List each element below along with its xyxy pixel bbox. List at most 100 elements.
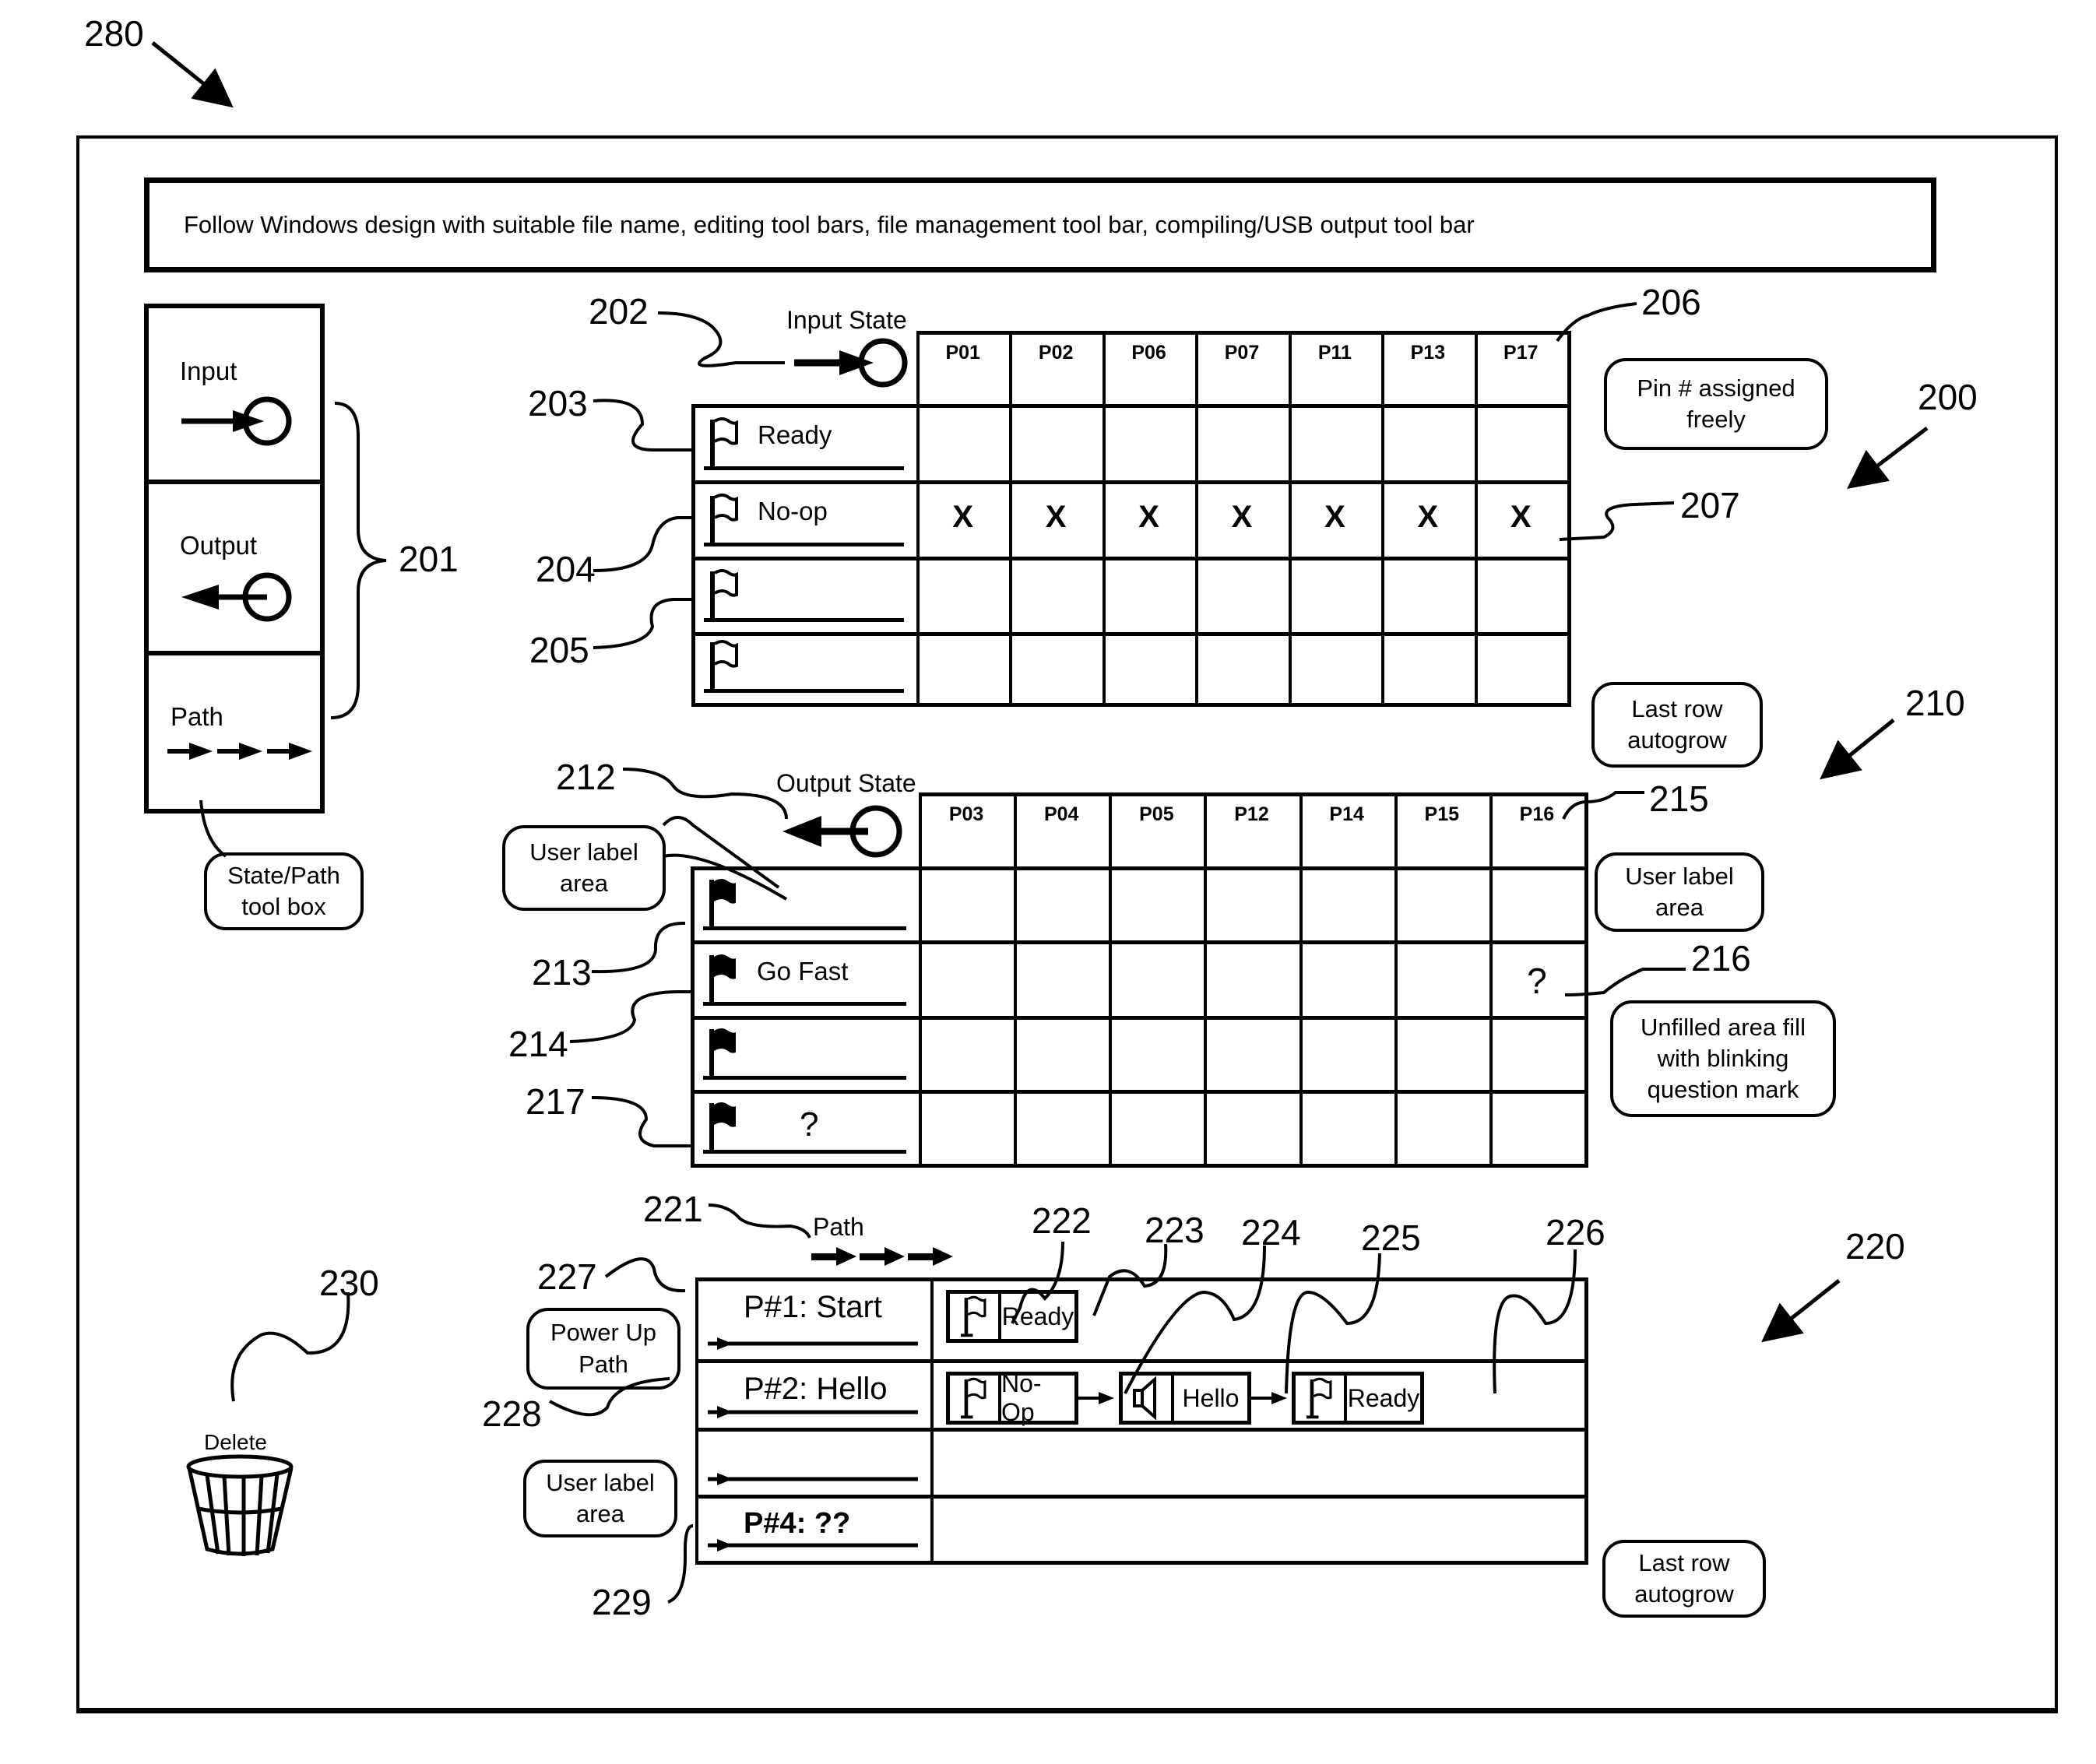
ref-230: 230 bbox=[319, 1263, 379, 1303]
state-row-label-cell[interactable]: Go Fast bbox=[691, 940, 919, 1016]
column-divider bbox=[1014, 792, 1018, 1164]
ref-229: 229 bbox=[592, 1582, 652, 1622]
path-table-left-border bbox=[695, 1277, 698, 1561]
ref-223: 223 bbox=[1145, 1210, 1204, 1250]
callout-power-up-path: Power Up Path bbox=[526, 1308, 680, 1390]
pin-header-p15[interactable]: P15 bbox=[1394, 803, 1489, 826]
label-underline bbox=[704, 466, 904, 470]
state-row-label-cell[interactable] bbox=[691, 632, 916, 703]
path-title: Path bbox=[813, 1213, 864, 1241]
state-row-label[interactable]: Ready bbox=[758, 420, 832, 450]
path-step[interactable]: Hello bbox=[1119, 1372, 1251, 1425]
path-row-divider bbox=[695, 1359, 1584, 1363]
path-step[interactable]: Ready bbox=[1292, 1372, 1424, 1425]
ref-205: 205 bbox=[529, 630, 589, 670]
path-table-right-border bbox=[1584, 1277, 1588, 1565]
flag-icon bbox=[705, 494, 738, 546]
callout-toolbox: State/Path tool box bbox=[204, 852, 364, 930]
callout-path-user-label: User label area bbox=[523, 1460, 677, 1537]
table-top-border bbox=[916, 331, 1567, 335]
path-step-label: Hello bbox=[1182, 1383, 1240, 1412]
path-row-arrow-icon bbox=[708, 1539, 918, 1551]
callout-path-user-label-text: User label area bbox=[546, 1468, 655, 1527]
ref-227: 227 bbox=[537, 1256, 597, 1297]
state-row-label-cell[interactable] bbox=[691, 1016, 919, 1090]
pin-header-p03[interactable]: P03 bbox=[919, 803, 1014, 826]
pin-cell[interactable]: X bbox=[1475, 500, 1567, 535]
table-top-border bbox=[919, 792, 1584, 796]
ref-220: 220 bbox=[1845, 1226, 1905, 1267]
ref-225: 225 bbox=[1361, 1218, 1421, 1258]
state-row-label[interactable]: No-op bbox=[758, 497, 828, 526]
output-state-icon bbox=[782, 805, 902, 858]
tool-output[interactable]: Output bbox=[149, 480, 320, 655]
pin-cell[interactable]: X bbox=[1009, 500, 1102, 535]
callout-pin-assigned-text: Pin # assigned freely bbox=[1637, 374, 1795, 433]
pin-cell[interactable]: X bbox=[916, 500, 1009, 535]
path-row-divider bbox=[695, 1495, 1584, 1499]
pin-header-p07[interactable]: P07 bbox=[1195, 342, 1288, 364]
flag-icon bbox=[705, 569, 738, 622]
path-row-label[interactable]: P#4: ?? bbox=[744, 1507, 850, 1541]
ref-228: 228 bbox=[482, 1393, 542, 1434]
path-step[interactable]: No-Op bbox=[946, 1369, 1078, 1426]
pin-header-p13[interactable]: P13 bbox=[1381, 342, 1474, 364]
pin-header-p06[interactable]: P06 bbox=[1103, 342, 1195, 364]
pin-header-p01[interactable]: P01 bbox=[916, 342, 1009, 364]
input-state-icon bbox=[794, 338, 908, 388]
callout-output-user-label-left-text: User label area bbox=[529, 838, 638, 897]
state-row-label-cell[interactable]: No-op bbox=[691, 480, 916, 557]
path-label-divider bbox=[930, 1277, 934, 1561]
column-divider bbox=[1394, 792, 1398, 1164]
ref-200: 200 bbox=[1918, 377, 1978, 417]
label-underline bbox=[703, 926, 906, 930]
flag-icon bbox=[705, 640, 738, 693]
pin-cell[interactable]: X bbox=[1103, 500, 1195, 535]
pin-header-p12[interactable]: P12 bbox=[1204, 803, 1299, 826]
pin-header-p17[interactable]: P17 bbox=[1475, 342, 1567, 364]
ref-221: 221 bbox=[643, 1189, 703, 1229]
pin-cell[interactable]: ? bbox=[1489, 960, 1584, 1002]
column-divider bbox=[1299, 792, 1303, 1164]
speaker-icon bbox=[1133, 1376, 1156, 1420]
path-row-label[interactable]: P#2: Hello bbox=[744, 1372, 888, 1407]
pin-header-p02[interactable]: P02 bbox=[1009, 342, 1102, 364]
trash-basket-icon[interactable] bbox=[185, 1454, 302, 1563]
path-row-arrow-icon bbox=[708, 1337, 918, 1350]
pin-header-p11[interactable]: P11 bbox=[1289, 342, 1381, 364]
state-row-label-cell[interactable] bbox=[691, 557, 916, 632]
tool-input[interactable]: Input bbox=[149, 308, 320, 483]
state-row-label[interactable]: Go Fast bbox=[757, 957, 848, 986]
pin-header-p04[interactable]: P04 bbox=[1014, 803, 1109, 826]
state-row-label-cell[interactable]: Ready bbox=[691, 404, 916, 480]
path-connector-arrow-icon bbox=[1078, 1392, 1114, 1404]
path-step-icon-cell bbox=[1296, 1376, 1347, 1421]
label-underline bbox=[703, 1076, 906, 1080]
ref-207: 207 bbox=[1680, 485, 1740, 525]
tool-path[interactable]: Path bbox=[149, 651, 320, 814]
output-arrow-circle-icon bbox=[181, 572, 292, 622]
pin-cell[interactable]: X bbox=[1381, 500, 1474, 535]
output-state-title: Output State bbox=[776, 769, 916, 797]
callout-unfilled-area-text: Unfilled area fill with blinking questio… bbox=[1641, 1013, 1806, 1104]
state-row-label-cell[interactable] bbox=[691, 866, 919, 940]
ref-212: 212 bbox=[556, 757, 616, 797]
ref-203: 203 bbox=[528, 383, 588, 423]
ref-226: 226 bbox=[1546, 1212, 1605, 1253]
pin-header-p05[interactable]: P05 bbox=[1109, 803, 1204, 826]
path-row-label[interactable]: P#1: Start bbox=[744, 1290, 882, 1325]
pin-cell[interactable]: X bbox=[1289, 500, 1381, 535]
flag-icon bbox=[1306, 1377, 1332, 1419]
label-underline bbox=[703, 1150, 906, 1154]
callout-output-user-label-right-text: User label area bbox=[1625, 862, 1734, 921]
state-row-label-cell[interactable]: ? bbox=[691, 1090, 919, 1164]
path-step[interactable]: Ready bbox=[946, 1290, 1078, 1343]
pin-header-p16[interactable]: P16 bbox=[1489, 803, 1584, 826]
label-underline bbox=[704, 618, 904, 622]
callout-toolbox-text: State/Path tool box bbox=[227, 861, 340, 920]
state-row-label[interactable]: ? bbox=[800, 1105, 818, 1144]
pin-header-p14[interactable]: P14 bbox=[1299, 803, 1394, 826]
state-path-toolbox: Input Output Path bbox=[144, 304, 325, 813]
callout-power-up-path-text: Power Up Path bbox=[550, 1319, 657, 1378]
pin-cell[interactable]: X bbox=[1195, 500, 1288, 535]
